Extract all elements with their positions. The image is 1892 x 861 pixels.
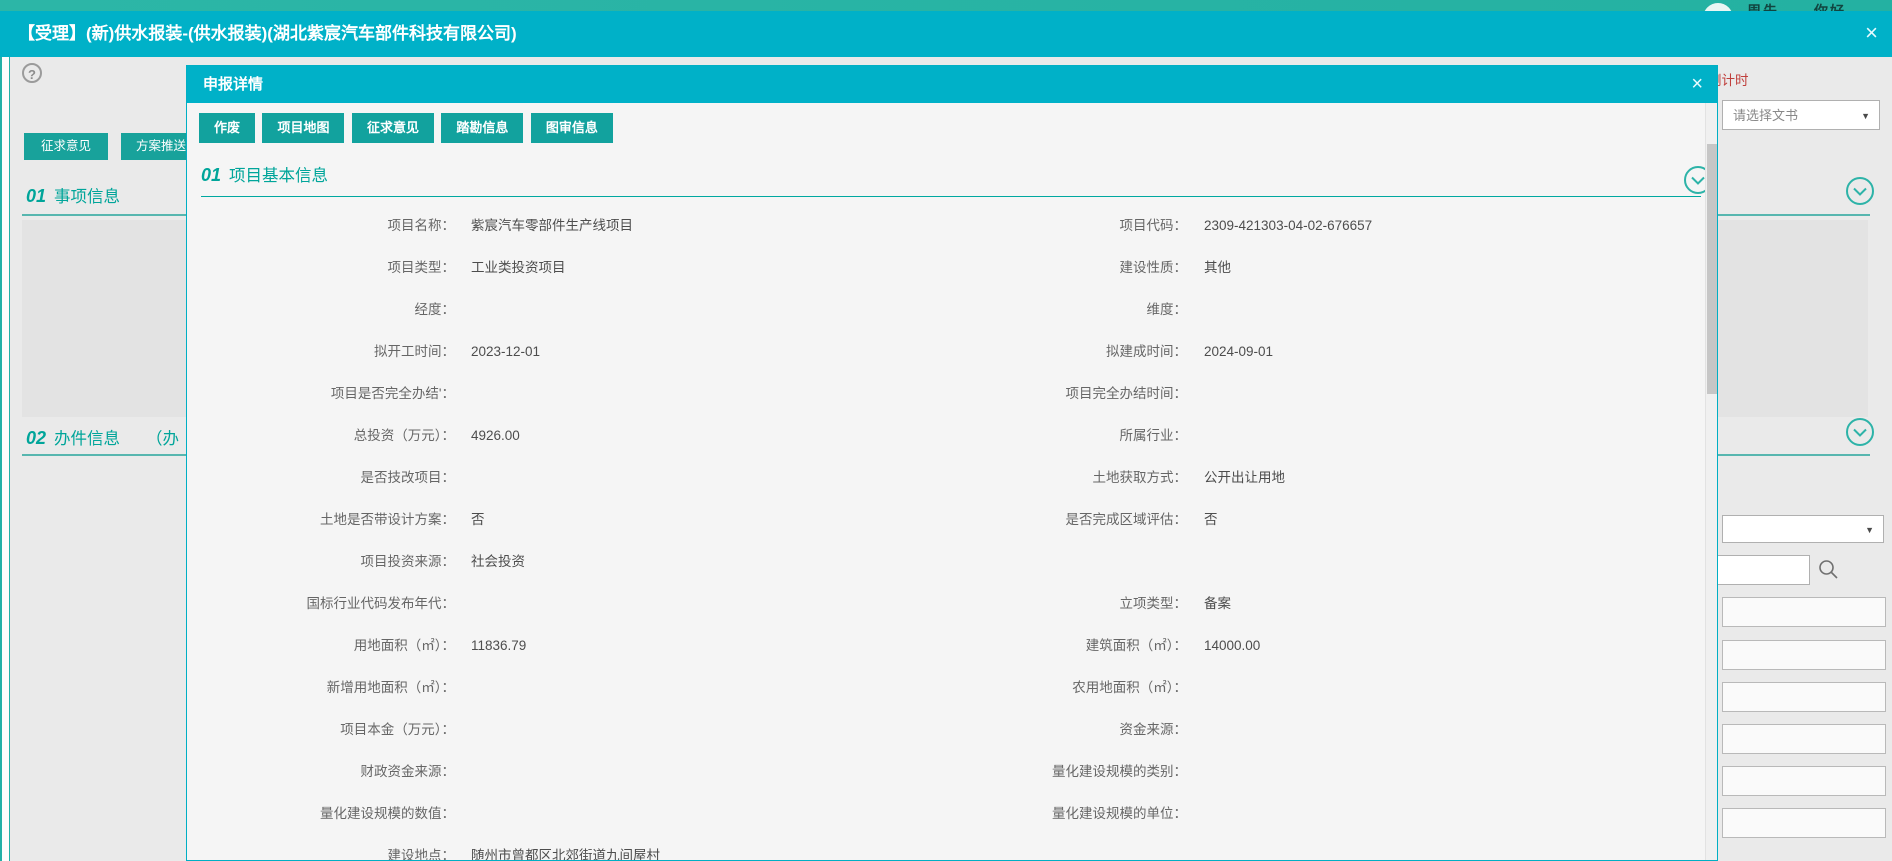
top-strip: 周先 你好 [0,0,1892,11]
right-panel-input[interactable] [1722,682,1886,712]
field-value: 否 [1204,499,1218,541]
section-number: 02 [26,428,46,448]
field-label: 建设性质： [919,247,1187,289]
dialog-scrollbar [1705,103,1718,861]
right-panel-input[interactable] [1722,724,1886,754]
right-panel-input[interactable] [1722,766,1886,796]
form-row: 是否技改项目： 土地获取方式： 公开出让用地 [187,457,1697,499]
field-label: 量化建设规模的数值： [187,793,455,835]
section-number: 01 [26,186,46,206]
form-row: 拟开工时间： 2023-12-01 拟建成时间： 2024-09-01 [187,331,1697,373]
field-value: 11836.79 [471,625,526,667]
field-label: 项目类型： [187,247,455,289]
field-label: 新增用地面积（㎡）： [187,667,455,709]
section-label: 事项信息 [54,188,120,206]
field-label: 经度： [187,289,455,331]
field-value: 随州市曾都区北郊街道九间屋村 [471,835,660,861]
collapse-chevron-icon[interactable] [1845,176,1875,206]
consult-button[interactable]: 征求意见 [24,133,108,160]
field-label: 项目是否完全办结'： [187,373,455,415]
field-value: 工业类投资项目 [471,247,566,289]
right-panel-select[interactable]: ▼ [1722,515,1884,543]
section-title-case-info: 02 办件信息 （办 [26,425,179,449]
section-label: 办件信息 [54,430,120,448]
document-select[interactable]: 请选择文书 ▼ [1722,100,1880,130]
section-title-matter-info: 01 事项信息 [26,183,120,207]
field-value: 公开出让用地 [1204,457,1285,499]
field-value: 2024-09-01 [1204,331,1273,373]
field-value: 2023-12-01 [471,331,540,373]
form-row: 项目名称： 紫宸汽车零部件生产线项目 项目代码： 2309-421303-04-02-… [187,205,1697,247]
field-label: 维度： [919,289,1187,331]
field-label: 项目本金（万元）： [187,709,455,751]
avatar [1703,3,1733,11]
form-row: 项目是否完全办结'： 项目完全办结时间： [187,373,1697,415]
field-label: 立项类型： [919,583,1187,625]
field-value: 14000.00 [1204,625,1260,667]
field-label: 项目代码： [919,205,1187,247]
form-row: 国标行业代码发布年代： 立项类型： 备案 [187,583,1697,625]
help-icon[interactable]: ? [22,63,42,83]
form-row: 财政资金来源： 量化建设规模的类别： [187,751,1697,793]
field-label: 是否技改项目： [187,457,455,499]
window-title: 【受理】(新)供水报装-(供水报装)(湖北紫宸汽车部件科技有限公司) [18,11,517,57]
form-row: 项目投资来源： 社会投资 [187,541,1697,583]
collapsed-left-rail [0,57,10,861]
field-label: 总投资（万元）： [187,415,455,457]
field-label: 用地面积（㎡）： [187,625,455,667]
form-row: 项目类型： 工业类投资项目 建设性质： 其他 [187,247,1697,289]
chevron-down-icon: ▼ [1865,516,1874,544]
field-label: 项目名称： [187,205,455,247]
field-label: 农用地面积（㎡）： [919,667,1187,709]
right-panel-input[interactable] [1722,640,1886,670]
field-label: 项目投资来源： [187,541,455,583]
form-rows: 项目名称： 紫宸汽车零部件生产线项目 项目代码： 2309-421303-04-02-… [187,66,1717,860]
field-value: 否 [471,499,485,541]
field-label: 财政资金来源： [187,751,455,793]
form-row: 新增用地面积（㎡）： 农用地面积（㎡）： [187,667,1697,709]
field-value: 备案 [1204,583,1231,625]
field-value: 2309-421303-04-02-676657 [1204,205,1372,247]
document-select-value: 请选择文书 [1733,101,1798,131]
window-titlebar: 【受理】(新)供水报装-(供水报装)(湖北紫宸汽车部件科技有限公司) × [0,11,1892,57]
form-row: 总投资（万元）： 4926.00 所属行业： [187,415,1697,457]
field-label: 土地是否带设计方案： [187,499,455,541]
form-row: 建设地点： 随州市曾都区北郊街道九间屋村 [187,835,1697,861]
field-label: 拟建成时间： [919,331,1187,373]
field-label: 拟开工时间： [187,331,455,373]
field-label: 国标行业代码发布年代： [187,583,455,625]
form-row: 量化建设规模的数值： 量化建设规模的单位： [187,793,1697,835]
field-label: 是否完成区域评估： [919,499,1187,541]
field-value: 紫宸汽车零部件生产线项目 [471,205,633,247]
field-label: 资金来源： [919,709,1187,751]
declaration-detail-dialog: 申报详情 × 作废 项目地图 征求意见 踏勘信息 图审信息 01项目基本信息 项… [186,65,1718,861]
field-value: 其他 [1204,247,1231,289]
collapse-chevron-icon[interactable] [1845,417,1875,447]
field-label: 所属行业： [919,415,1187,457]
chevron-down-icon: ▼ [1861,101,1870,131]
section-label-suffix: （办 [146,430,179,448]
form-row: 项目本金（万元）： 资金来源： [187,709,1697,751]
scrollbar-thumb[interactable] [1707,144,1718,394]
right-panel-input[interactable] [1722,808,1886,838]
field-label: 建筑面积（㎡）： [919,625,1187,667]
timer-label-wrap: 倒计时 [1708,69,1798,89]
field-label: 项目完全办结时间： [919,373,1187,415]
screen: 周先 你好 【受理】(新)供水报装-(供水报装)(湖北紫宸汽车部件科技有限公司)… [0,0,1892,861]
field-label: 量化建设规模的类别： [919,751,1187,793]
form-row: 经度： 维度： [187,289,1697,331]
right-panel-input[interactable] [1722,597,1886,627]
user-greeting-text: 你好 [1814,1,1846,11]
field-label: 建设地点： [187,835,455,861]
form-row: 用地面积（㎡）： 11836.79 建筑面积（㎡）： 14000.00 [187,625,1697,667]
field-value: 4926.00 [471,415,520,457]
search-icon[interactable] [1816,557,1840,581]
field-label: 量化建设规模的单位： [919,793,1187,835]
user-name-text: 周先 [1747,1,1779,11]
field-label: 土地获取方式： [919,457,1187,499]
field-value: 社会投资 [471,541,525,583]
form-row: 土地是否带设计方案：否是否完成区域评估：否 [187,499,1697,541]
window-close-icon[interactable]: × [1865,11,1878,55]
